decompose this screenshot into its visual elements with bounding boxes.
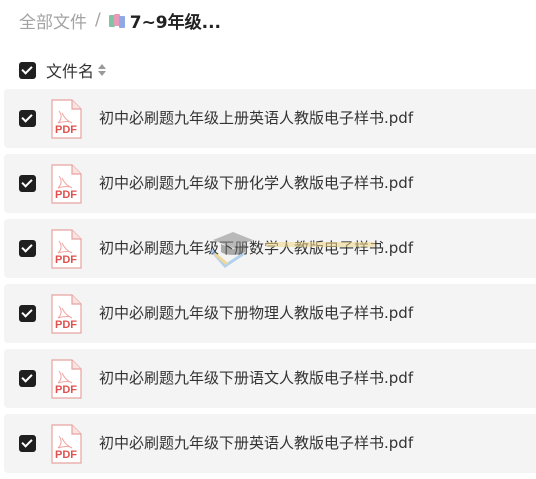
pdf-file-icon: PDF [51, 164, 82, 204]
svg-text:PDF: PDF [55, 319, 77, 331]
file-checkbox[interactable] [19, 240, 36, 257]
column-header-filename[interactable]: 文件名 [46, 58, 94, 82]
pdf-file-icon: PDF [51, 359, 82, 399]
svg-text:PDF: PDF [55, 189, 77, 201]
sort-updown-icon[interactable] [98, 63, 107, 77]
file-checkbox[interactable] [19, 175, 36, 192]
file-list: PDF 初中必刷题九年级上册英语人教版电子样书.pdf PDF 初中必刷题九年级… [4, 89, 536, 479]
breadcrumb: 全部文件 / 7~9年级... [19, 8, 221, 33]
file-name[interactable]: 初中必刷题九年级下册物理人教版电子样书.pdf [99, 302, 413, 324]
breadcrumb-root-link[interactable]: 全部文件 [19, 8, 87, 33]
breadcrumb-separator: / [95, 10, 101, 30]
svg-text:PDF: PDF [55, 384, 77, 396]
file-row[interactable]: PDF 初中必刷题九年级下册英语人教版电子样书.pdf [4, 414, 536, 473]
pdf-file-icon: PDF [51, 294, 82, 334]
file-name[interactable]: 初中必刷题九年级下册英语人教版电子样书.pdf [99, 432, 413, 454]
pdf-file-icon: PDF [51, 99, 82, 139]
breadcrumb-current-folder[interactable]: 7~9年级... [130, 8, 221, 33]
file-row[interactable]: PDF 初中必刷题九年级下册化学人教版电子样书.pdf [4, 154, 536, 213]
file-checkbox[interactable] [19, 305, 36, 322]
file-row[interactable]: PDF 初中必刷题九年级下册物理人教版电子样书.pdf [4, 284, 536, 343]
file-name[interactable]: 初中必刷题九年级下册语文人教版电子样书.pdf [99, 367, 413, 389]
file-list-header: 文件名 [19, 59, 107, 81]
file-checkbox[interactable] [19, 370, 36, 387]
file-row[interactable]: PDF 初中必刷题九年级下册语文人教版电子样书.pdf [4, 349, 536, 408]
books-folder-icon [108, 12, 126, 28]
svg-text:PDF: PDF [55, 124, 77, 136]
file-row[interactable]: PDF 初中必刷题九年级下册数学人教版电子样书.pdf [4, 219, 536, 278]
file-name[interactable]: 初中必刷题九年级下册数学人教版电子样书.pdf [99, 237, 413, 259]
svg-text:PDF: PDF [55, 254, 77, 266]
pdf-file-icon: PDF [51, 229, 82, 269]
select-all-checkbox[interactable] [19, 61, 36, 79]
file-name[interactable]: 初中必刷题九年级下册化学人教版电子样书.pdf [99, 172, 413, 194]
file-row[interactable]: PDF 初中必刷题九年级上册英语人教版电子样书.pdf [4, 89, 536, 148]
file-checkbox[interactable] [19, 110, 36, 127]
svg-text:PDF: PDF [55, 449, 77, 461]
pdf-file-icon: PDF [51, 424, 82, 464]
file-checkbox[interactable] [19, 435, 36, 452]
file-name[interactable]: 初中必刷题九年级上册英语人教版电子样书.pdf [99, 107, 413, 129]
